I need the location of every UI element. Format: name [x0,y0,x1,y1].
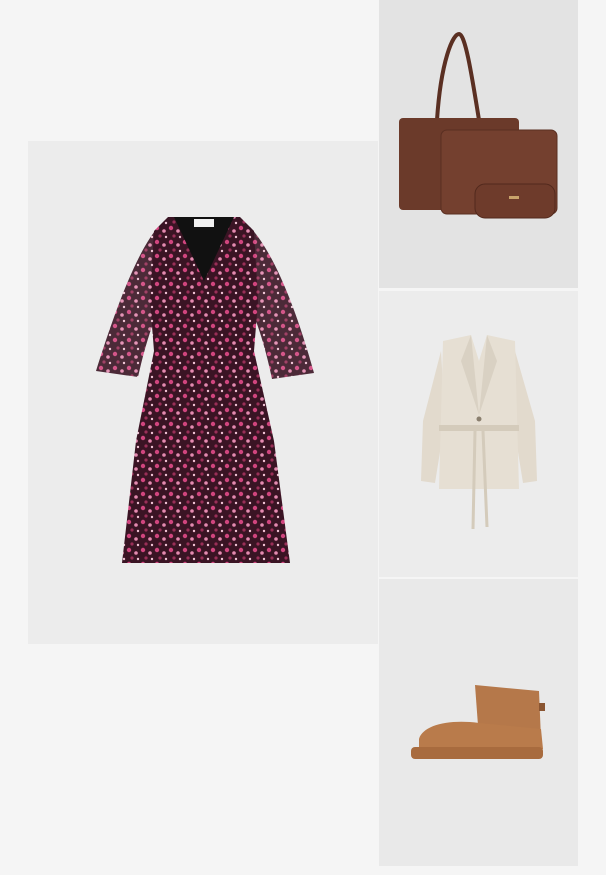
boot-image [411,685,545,759]
bag-image [399,31,558,219]
product-tile-bag[interactable] [379,0,578,288]
blazer-image [421,335,537,530]
product-tile-blazer[interactable] [379,291,578,577]
product-tile-dress[interactable] [28,141,378,644]
product-tile-boot[interactable] [379,579,578,866]
dress-image [96,217,314,563]
